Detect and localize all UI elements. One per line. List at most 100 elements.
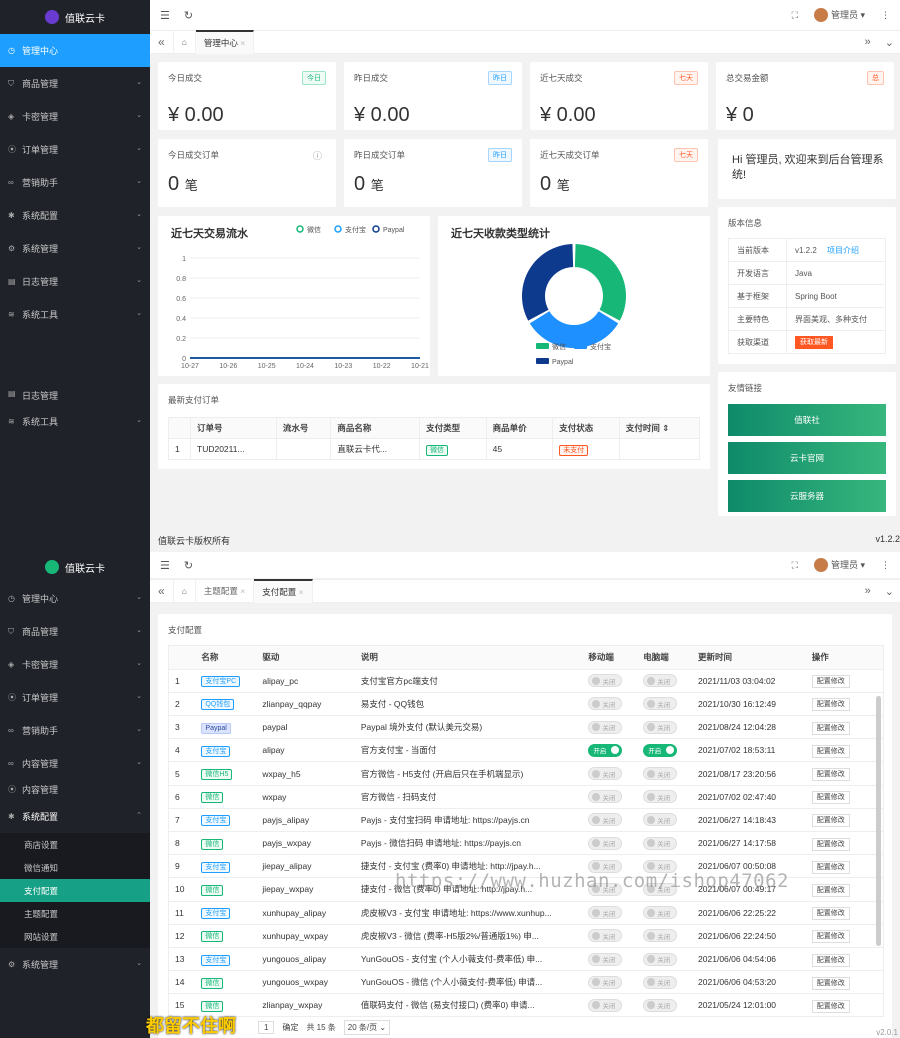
more-icon[interactable]: ⋮ [881,10,890,21]
menu-toggle-icon[interactable]: ☰ [160,9,170,22]
pc-toggle[interactable]: 关闭 [643,720,678,734]
home-icon[interactable]: ⌂ [174,30,196,54]
sidebar-subitem[interactable]: 商店设置 [0,833,150,856]
sidebar-item-cut[interactable]: ▤ 日志管理 [0,389,150,405]
pc-toggle[interactable]: 关闭 [643,790,678,804]
tab-options-icon[interactable]: ⌄ [885,36,894,49]
mobile-toggle[interactable]: 关闭 [588,674,623,688]
user-menu[interactable]: 管理员 ▾ [813,8,865,23]
friend-link-button[interactable]: 值联社 [728,404,886,436]
column-header[interactable]: 商品单价 [485,417,554,439]
pc-toggle[interactable]: 关闭 [643,998,678,1012]
pie-slice[interactable] [522,244,574,321]
table-row[interactable]: 1 TUD20211... 直联云卡代... 微信 45 未支付 [168,438,701,460]
config-edit-button[interactable]: 配置修改 [811,976,850,990]
tab-scroll-right-icon[interactable]: » [865,585,871,598]
sidebar-item-order[interactable]: ⦿ 订单管理 ⌄ [0,133,150,166]
pc-toggle[interactable]: 关闭 [643,836,678,850]
mobile-toggle[interactable]: 开启 [588,743,623,757]
column-header[interactable]: 流水号 [275,417,332,439]
mobile-toggle[interactable]: 关闭 [588,767,623,781]
mobile-toggle[interactable]: 关闭 [588,790,623,804]
mobile-toggle[interactable]: 关闭 [588,906,623,920]
tab-options-icon[interactable]: ⌄ [885,585,894,598]
pc-toggle[interactable]: 关闭 [643,952,678,966]
legend-label[interactable]: 支付宝 [345,225,366,234]
config-edit-button[interactable]: 配置修改 [811,791,850,805]
config-edit-button[interactable]: 配置修改 [811,883,850,897]
config-edit-button[interactable]: 配置修改 [811,907,850,921]
tab-scroll-left-icon[interactable]: « [150,579,174,603]
tab-payment-config[interactable]: 支付配置 × [254,579,313,603]
sidebar-item-content[interactable]: ∞ 内容管理 ⌄ [0,747,150,780]
mobile-toggle[interactable]: 关闭 [588,975,623,989]
table-row[interactable]: 5 微信H5 wxpay_h5 官方微信 - H5支付 (开启后只在手机端显示) 关闭 关… [169,761,883,786]
tab-dashboard[interactable]: 管理中心 × [195,30,255,54]
sidebar-item-system-config[interactable]: ✱ 系统配置 ⌃ [0,800,150,833]
table-scrollbar[interactable] [876,696,881,946]
table-row[interactable]: 6 微信 wxpay 官方微信 - 扫码支付 关闭 关闭 2021/07/02 02:47:… [169,785,883,809]
tab-scroll-left-icon[interactable]: « [150,30,174,54]
sidebar-item-goods[interactable]: ⛉ 商品管理 ⌄ [0,67,150,100]
pc-toggle[interactable]: 关闭 [643,697,678,711]
pie-slice[interactable] [574,244,626,321]
mobile-toggle[interactable]: 关闭 [588,836,623,850]
page-input[interactable]: 1 [258,1021,275,1034]
legend-label[interactable]: Paypal [552,359,574,366]
user-menu[interactable]: 管理员 ▾ [813,558,865,573]
sidebar-item-tools[interactable]: ≋ 系统工具 ⌄ [0,298,150,331]
sidebar-item-system-manage[interactable]: ⚙ 系统管理 ⌄ [0,948,150,981]
pc-toggle[interactable]: 关闭 [643,767,678,781]
config-edit-button[interactable]: 配置修改 [811,744,850,758]
sidebar-item-config[interactable]: ✱ 系统配置 ⌄ [0,199,150,232]
sidebar-item-marketing[interactable]: ∞ 营销助手 ⌄ [0,714,150,747]
table-row[interactable]: 4 支付宝 alipay 官方支付宝 - 当面付 开启 开启 2021/07/02 18:5… [169,738,883,763]
tab-scroll-right-icon[interactable]: » [865,36,871,49]
sidebar-item-content[interactable]: ⦿ 内容管理 [0,780,150,798]
close-icon[interactable]: × [299,587,304,597]
page-size-select[interactable]: 20 条/页 ⌄ [343,1020,391,1035]
table-row[interactable]: 7 支付宝 payjs_alipay Payjs - 支付宝扫码 申请地址: http… [169,808,883,833]
config-edit-button[interactable]: 配置修改 [811,675,850,689]
page-go-button[interactable]: 确定 [282,1022,298,1033]
sidebar-item-system-tools-2[interactable]: ≋ 系统工具 ⌄ [0,405,150,438]
tab-theme-config[interactable]: 主题配置 × [196,579,255,603]
config-edit-button[interactable]: 配置修改 [811,837,850,851]
refresh-icon[interactable]: ↻ [184,9,193,22]
pc-toggle[interactable]: 关闭 [643,906,678,920]
refresh-icon[interactable]: ↻ [184,559,193,572]
column-header[interactable]: 商品名称 [330,417,421,439]
pc-toggle[interactable]: 关闭 [643,813,678,827]
get-latest-button[interactable]: 获取最新 [795,336,833,349]
legend-label[interactable]: 微信 [552,342,566,351]
fullscreen-icon[interactable]: ⛶ [792,10,798,21]
table-row[interactable]: 12 微信 xunhupay_wxpay 虎皮椒V3 - 微信 (费率-H5版2%/普… [169,924,883,948]
pc-toggle[interactable]: 关闭 [643,929,678,943]
table-row[interactable]: 3 Paypal paypal Paypal 境外支付 (默认美元交易) 关闭 关闭 202… [169,715,883,740]
sidebar-item-gear[interactable]: ⚙ 系统管理 ⌄ [0,232,150,265]
sidebar-item-log[interactable]: ▤ 日志管理 ⌄ [0,265,150,298]
config-edit-button[interactable]: 配置修改 [811,860,850,874]
table-row[interactable]: 8 微信 payjs_wxpay Payjs - 微信扫码 申请地址: https:/… [169,831,883,856]
sidebar-item-card[interactable]: ◈ 卡密管理 ⌄ [0,100,150,133]
config-edit-button[interactable]: 配置修改 [811,999,850,1013]
table-row[interactable]: 14 微信 yungouos_wxpay YunGouOS - 微信 (个人小薇支付-… [169,970,883,995]
config-edit-button[interactable]: 配置修改 [811,698,850,712]
pc-toggle[interactable]: 关闭 [643,975,678,989]
column-header[interactable]: 支付状态 [552,417,620,439]
project-intro-link[interactable]: 项目介绍 [827,246,859,255]
config-edit-button[interactable]: 配置修改 [811,930,850,944]
column-header[interactable]: 支付时间 ⇕ [618,417,701,439]
sidebar-item-dashboard[interactable]: ◷ 管理中心 ⌄ [0,582,150,615]
sidebar-item-order[interactable]: ⦿ 订单管理 ⌄ [0,681,150,714]
sidebar-subitem[interactable]: 支付配置 [0,879,150,902]
menu-toggle-icon[interactable]: ☰ [160,559,170,572]
mobile-toggle[interactable]: 关闭 [588,697,623,711]
close-icon[interactable]: × [240,38,245,48]
pc-toggle[interactable]: 关闭 [643,674,678,688]
brand-logo[interactable]: 值联云卡 [0,0,150,34]
column-header[interactable]: 订单号 [190,417,277,439]
table-row[interactable]: 1 支付宝PC alipay_pc 支付宝官方pc端支付 关闭 关闭 2021/11/03 … [169,669,883,693]
pc-toggle[interactable]: 开启 [643,743,678,757]
mobile-toggle[interactable]: 关闭 [588,929,623,943]
